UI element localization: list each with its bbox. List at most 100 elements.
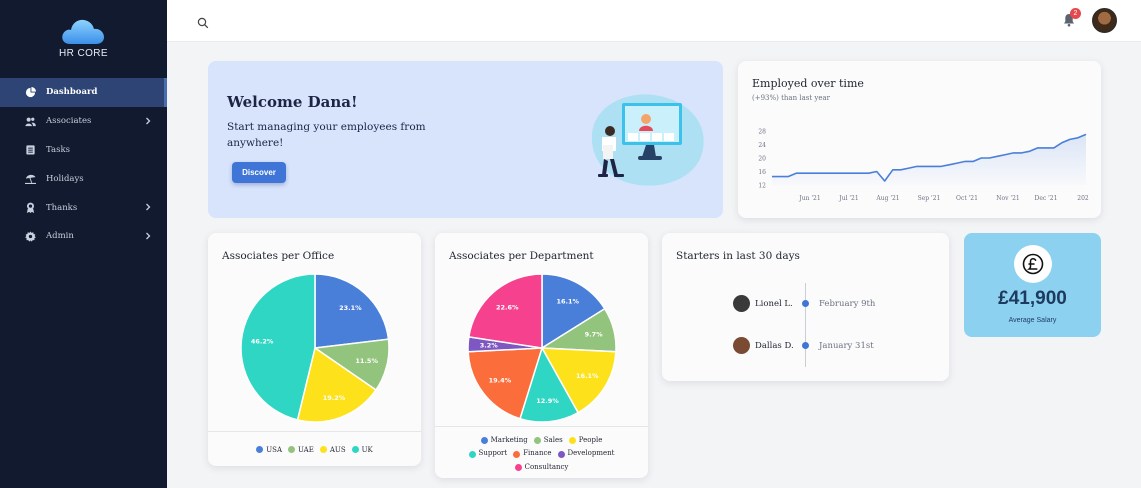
sidebar-item-label: Tasks [46, 144, 70, 155]
legend-label: UAE [298, 445, 314, 454]
legend-label: Finance [523, 449, 552, 458]
brand[interactable]: HR CORE [0, 0, 167, 78]
pie-value-label: 19.4% [489, 377, 512, 385]
legend-label: USA [266, 445, 282, 454]
employed-line-chart: 12 16 20 24 28 Jun '21 Jul '21 Aug '21 Sep '21 Oc… [758, 129, 1089, 203]
pie-value-label: 19.2% [323, 394, 346, 402]
x-tick-label: Jun '21 [798, 195, 820, 202]
welcome-text: Start managing your employees from anywh… [227, 121, 426, 149]
pie-value-label: 11.5% [355, 357, 378, 365]
legend-label: UK [361, 445, 373, 454]
people-icon [24, 115, 36, 127]
x-tick-label: Oct '21 [956, 195, 978, 202]
discover-button[interactable]: Discover [232, 162, 286, 183]
employed-over-time-card: Employed over time (+93%) than last year… [738, 61, 1101, 218]
office-pie-chart: 23.1% 11.5% 19.2% 46.2% [240, 273, 390, 423]
x-tick-label: 202 [1077, 195, 1089, 202]
starter-avatar [733, 295, 750, 312]
pie-value-label: 9.7% [585, 331, 604, 339]
pie-value-label: 16.1% [557, 297, 580, 305]
legend-item-people[interactable]: People [568, 435, 603, 446]
search-icon[interactable] [197, 14, 211, 29]
topbar: 2 [167, 0, 1141, 42]
sidebar-item-holidays[interactable]: Holidays [0, 164, 167, 193]
average-salary-card: £41,900 Average Salary [964, 233, 1101, 337]
legend-label: AUS [329, 445, 346, 454]
timeline-dot [802, 342, 809, 349]
pie-value-label: 22.6% [496, 304, 519, 312]
legend-swatch [319, 446, 327, 453]
x-tick-label: Aug '21 [875, 195, 899, 202]
legend-item-consultancy[interactable]: Consultancy [514, 462, 568, 473]
legend-swatch [533, 437, 541, 444]
office-legend: USA UAE AUS UK [208, 444, 421, 455]
sidebar-nav: Dashboard Associates Tasks Holidays Thanks Ad… [0, 78, 167, 251]
pie-value-label: 16.1% [576, 372, 599, 380]
starters-title: Starters in last 30 days [676, 250, 800, 262]
legend-label: Development [567, 449, 615, 458]
legend-item-sales[interactable]: Sales [533, 435, 563, 446]
dashboard-illustration [591, 94, 704, 186]
legend-swatch [513, 450, 521, 458]
sidebar-item-label: Dashboard [46, 87, 98, 98]
legend-swatch [568, 437, 576, 444]
starter-row[interactable]: Dallas D. January 31st [662, 336, 949, 356]
legend-divider [208, 431, 421, 432]
pie-value-label: 3.2% [480, 341, 499, 349]
sidebar-item-label: Thanks [46, 202, 78, 213]
legend-swatch [351, 446, 359, 453]
legend-item-finance[interactable]: Finance [513, 449, 552, 460]
legend-swatch [288, 446, 295, 453]
timeline-dot [802, 300, 809, 307]
pie-value-label: 46.2% [251, 338, 274, 346]
average-salary-value: £41,900 [998, 288, 1067, 309]
welcome-title: Welcome Dana! [227, 93, 358, 111]
x-tick-label: Jul '21 [838, 195, 858, 202]
x-tick-label: Nov '21 [996, 195, 1019, 202]
legend-swatch [468, 450, 476, 458]
gear-icon [24, 230, 36, 242]
sidebar-item-thanks[interactable]: Thanks [0, 193, 167, 222]
legend-item-development[interactable]: Development [557, 449, 615, 460]
y-tick-label: 16 [758, 169, 766, 176]
notification-badge: 2 [1070, 8, 1081, 19]
associates-per-department-card: Associates per Department 16.1% 9.7% 16.1%… [435, 233, 648, 478]
chevron-right-icon [143, 202, 153, 212]
legend-swatch [514, 464, 522, 471]
legend-swatch [480, 437, 488, 444]
chevron-right-icon [143, 116, 153, 126]
pound-icon [1014, 245, 1052, 283]
legend-item-support[interactable]: Support [468, 449, 507, 460]
sidebar-item-tasks[interactable]: Tasks [0, 136, 167, 165]
sidebar-item-dashboard[interactable]: Dashboard [0, 78, 167, 107]
starter-row[interactable]: Lionel L. February 9th [662, 294, 949, 314]
starter-name: Lionel L. [755, 299, 793, 309]
department-legend: Marketing Sales People Support Finance Develo… [435, 435, 648, 476]
average-salary-label: Average Salary [1008, 317, 1057, 324]
app-name: HR CORE [59, 48, 108, 59]
sidebar-item-label: Holidays [46, 173, 84, 184]
legend-label: Sales [543, 435, 563, 444]
user-avatar[interactable] [1092, 8, 1117, 33]
chevron-right-icon [143, 231, 153, 241]
legend-label: People [578, 435, 603, 444]
legend-item-aus[interactable]: AUS [319, 444, 346, 455]
umbrella-beach-icon [24, 173, 36, 185]
line-area [772, 134, 1086, 185]
starter-name: Dallas D. [755, 341, 794, 351]
award-icon [24, 202, 36, 214]
dashboard-icon [24, 86, 36, 98]
legend-item-uk[interactable]: UK [351, 444, 373, 455]
x-tick-label: Dec '21 [1035, 195, 1058, 202]
legend-divider [435, 426, 648, 427]
sidebar-item-associates[interactable]: Associates [0, 107, 167, 136]
sidebar: HR CORE Dashboard Associates Tasks Holidays… [0, 0, 167, 488]
sidebar-item-admin[interactable]: Admin [0, 222, 167, 251]
legend-item-uae[interactable]: UAE [288, 444, 314, 455]
y-tick-label: 20 [758, 156, 766, 163]
legend-item-marketing[interactable]: Marketing [480, 435, 528, 446]
pie-value-label: 23.1% [339, 304, 362, 312]
starter-date: January 31st [819, 341, 874, 351]
legend-item-usa[interactable]: USA [256, 444, 282, 455]
department-pie-chart: 16.1% 9.7% 16.1% 12.9% 19.4% 3.2% 22.6% [467, 273, 617, 423]
